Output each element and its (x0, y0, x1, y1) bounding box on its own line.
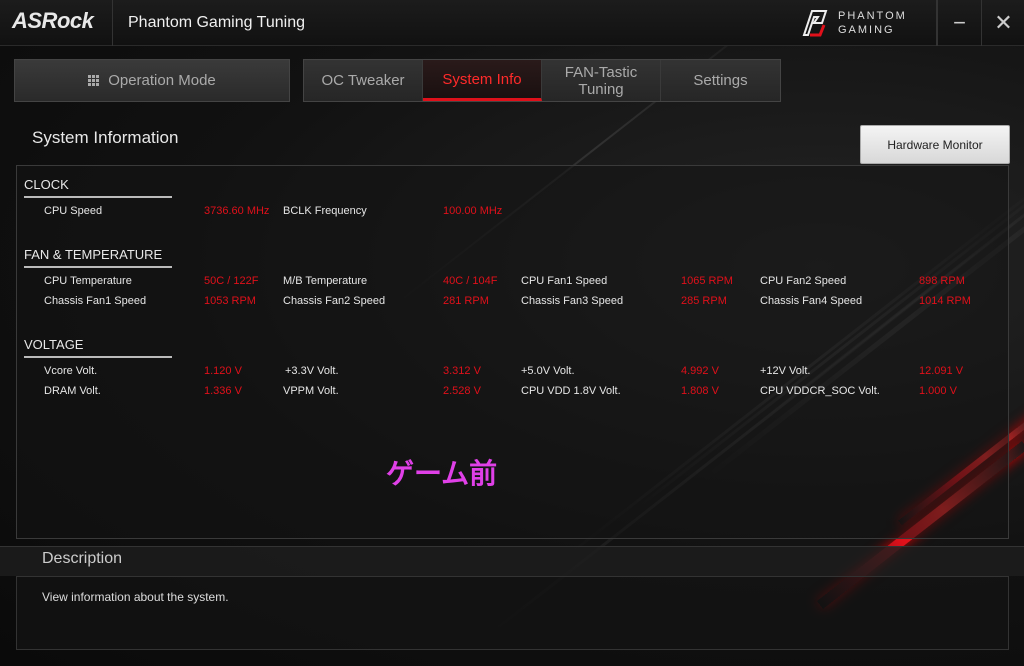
info-label: VPPM Volt. (283, 385, 339, 397)
tab-settings[interactable]: Settings (661, 60, 780, 101)
info-value: 40C / 104F (443, 275, 498, 287)
group-heading-clock: CLOCK (24, 177, 172, 198)
group-heading-fan-temperature: FAN & TEMPERATURE (24, 247, 172, 268)
description-box (16, 576, 1009, 650)
description-header (0, 546, 1024, 576)
info-label: +12V Volt. (760, 365, 811, 377)
hardware-monitor-button[interactable]: Hardware Monitor (860, 125, 1010, 164)
info-label: M/B Temperature (283, 275, 368, 287)
page-title: System Information (32, 128, 179, 147)
tab-bar: OC Tweaker System Info FAN-Tastic Tuning… (303, 59, 781, 102)
logo-text-phantom: PHANTOM (838, 10, 907, 22)
info-value: 50C / 122F (204, 275, 259, 287)
info-label: Chassis Fan1 Speed (44, 295, 147, 307)
phantom-gaming-logo: PHANTOM GAMING (800, 6, 930, 40)
close-icon: ✕ (994, 10, 1013, 35)
info-value: 1065 RPM (681, 275, 733, 287)
info-label: CPU VDDCR_SOC Volt. (760, 385, 880, 397)
tab-system-info[interactable]: System Info (423, 60, 542, 101)
info-value: 1.120 V (204, 365, 242, 377)
info-label: Chassis Fan4 Speed (760, 295, 863, 307)
phantom-gaming-icon (802, 10, 828, 37)
info-value: 4.992 V (681, 365, 719, 377)
info-value: 3.312 V (443, 365, 481, 377)
asrock-logo: ASRock (12, 8, 94, 33)
operation-mode-button[interactable]: Operation Mode (14, 59, 290, 102)
info-label: +3.3V Volt. (285, 365, 339, 377)
minimize-button[interactable]: − (937, 0, 981, 46)
info-label: CPU Fan2 Speed (760, 275, 847, 287)
close-button[interactable]: ✕ (981, 0, 1024, 46)
info-value: 3736.60 MHz (204, 205, 270, 217)
info-value: 100.00 MHz (443, 205, 503, 217)
info-label: CPU Speed (44, 205, 103, 217)
info-value: 1.000 V (919, 385, 957, 397)
info-label: CPU Temperature (44, 275, 132, 287)
logo-text-gaming: GAMING (838, 24, 895, 36)
operation-mode-label: Operation Mode (108, 72, 216, 89)
info-label: Vcore Volt. (44, 365, 98, 377)
info-value: 898 RPM (919, 275, 965, 287)
info-label: +5.0V Volt. (521, 365, 575, 377)
tab-oc-tweaker[interactable]: OC Tweaker (304, 60, 423, 101)
info-value: 285 RPM (681, 295, 727, 307)
title-separator (112, 0, 113, 46)
info-label: CPU Fan1 Speed (521, 275, 608, 287)
info-value: 12.091 V (919, 365, 964, 377)
info-label: Chassis Fan3 Speed (521, 295, 624, 307)
app-title: Phantom Gaming Tuning (128, 14, 305, 31)
info-label: CPU VDD 1.8V Volt. (521, 385, 621, 397)
info-value: 281 RPM (443, 295, 489, 307)
info-label: Chassis Fan2 Speed (283, 295, 386, 307)
group-heading-voltage: VOLTAGE (24, 337, 172, 358)
overlay-annotation: ゲーム前 (386, 457, 498, 490)
info-value: 1053 RPM (204, 295, 256, 307)
info-value: 2.528 V (443, 385, 481, 397)
info-value: 1.336 V (204, 385, 242, 397)
grid-icon (88, 74, 100, 87)
tab-fan-tastic-tuning[interactable]: FAN-Tastic Tuning (542, 60, 661, 101)
info-label: DRAM Volt. (44, 385, 101, 397)
info-value: 1014 RPM (919, 295, 971, 307)
description-text: View information about the system. (42, 590, 229, 604)
info-label: BCLK Frequency (283, 205, 367, 217)
minimize-icon: − (953, 10, 966, 35)
description-title: Description (42, 550, 123, 567)
info-value: 1.808 V (681, 385, 719, 397)
